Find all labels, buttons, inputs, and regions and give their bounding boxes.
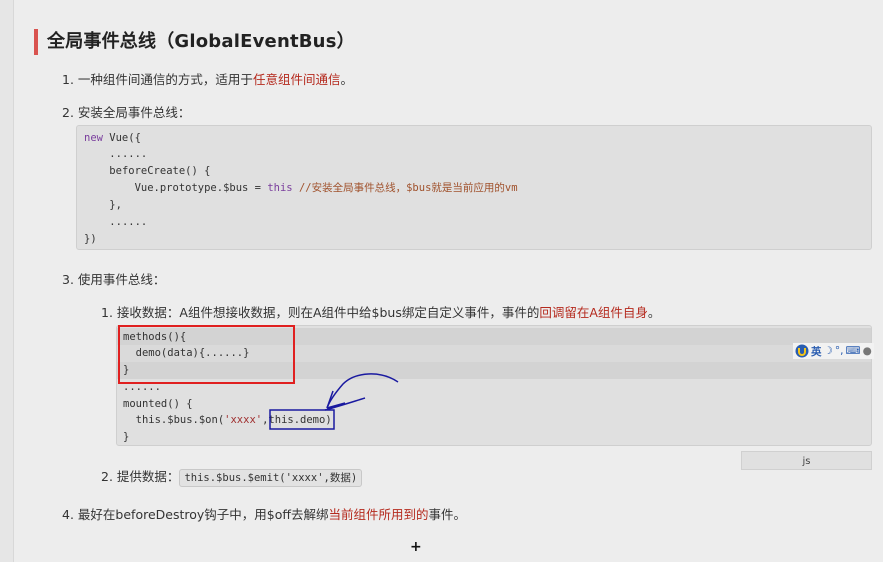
item-text: 最好在beforeDestroy钩子中，用$off去解绑 <box>77 507 329 522</box>
item-text: 安装全局事件总线： <box>77 105 191 120</box>
list-item-3: 3. 使用事件总线： <box>62 271 165 289</box>
list-item-2: 2. 安装全局事件总线： <box>62 104 190 122</box>
item-number: 3. <box>62 272 74 287</box>
item-highlight: 任意组件间通信 <box>252 72 341 87</box>
ime-toolbar[interactable]: 英 ☽ °, ⌨ ● <box>793 343 874 359</box>
punct-icon[interactable]: °, <box>835 345 844 357</box>
item-number: 2. <box>62 105 74 120</box>
list-item-4: 4. 最好在beforeDestroy钩子中，用$off去解绑当前组件所用到的事… <box>62 506 466 524</box>
code-line: ...... <box>109 216 148 228</box>
this-demo-ref: this.demo <box>268 414 326 426</box>
code-line: } <box>123 364 130 376</box>
item-highlight: 当前组件所用到的 <box>328 507 429 522</box>
item-number: 2. <box>101 469 113 484</box>
code-line: }, <box>109 199 122 211</box>
inline-code: this.$bus.$emit('xxxx',数据) <box>179 469 363 487</box>
item-end: 。 <box>647 305 661 320</box>
ime-language-label[interactable]: 英 <box>811 344 822 359</box>
item-number: 1. <box>62 72 74 87</box>
page-title: 全局事件总线（GlobalEventBus） <box>34 29 355 55</box>
ime-logo-icon <box>795 344 809 358</box>
item-highlight: 回调留在A组件自身 <box>539 305 648 320</box>
code-block-receive[interactable]: methods(){ demo(data){......} } ...... m… <box>116 325 872 446</box>
code-line: ...... <box>123 381 161 393</box>
highlighted-line <box>117 362 871 379</box>
code-line: this.$bus.$on('xxxx',this.demo) <box>123 414 332 426</box>
highlighted-line <box>117 328 871 345</box>
item-text: 使用事件总线： <box>77 272 166 287</box>
crosshair-cursor-icon: + <box>410 539 422 555</box>
code-line: } <box>123 431 130 443</box>
sub-item-1: 1. 接收数据：A组件想接收数据，则在A组件中给$bus绑定自定义事件，事件的回… <box>101 304 660 322</box>
code-block-install[interactable]: new Vue({ ...... beforeCreate() { Vue.pr… <box>76 125 872 250</box>
code-language-tag: js <box>741 451 872 470</box>
list-item-1: 1. 一种组件间通信的方式，适用于任意组件间通信。 <box>62 71 353 89</box>
item-text: 一种组件间通信的方式，适用于 <box>77 72 253 87</box>
item-end: 事件。 <box>428 507 467 522</box>
item-text: 接收数据：A组件想接收数据，则在A组件中给$bus绑定自定义事件，事件的 <box>116 305 540 320</box>
moon-icon[interactable]: ☽ <box>824 345 833 357</box>
item-number: 1. <box>101 305 113 320</box>
item-end: 。 <box>340 72 353 87</box>
code-line: beforeCreate() { <box>109 165 211 177</box>
code-line: mounted() { <box>123 398 193 410</box>
code-line: Vue.prototype.$bus = this //安装全局事件总线，$bu… <box>134 182 518 194</box>
page-edge <box>0 0 14 562</box>
code-line: methods(){ <box>123 331 187 343</box>
user-icon[interactable]: ● <box>863 345 872 357</box>
item-number: 4. <box>62 507 74 522</box>
item-text: 提供数据： <box>116 469 180 484</box>
code-line: new Vue({ <box>84 132 141 144</box>
keyboard-icon[interactable]: ⌨ <box>846 345 861 357</box>
code-line: demo(data){......} <box>123 347 250 359</box>
code-line: ...... <box>109 148 148 160</box>
code-line: }) <box>84 233 97 245</box>
sub-item-2: 2. 提供数据： this.$bus.$emit('xxxx',数据) <box>101 468 363 487</box>
